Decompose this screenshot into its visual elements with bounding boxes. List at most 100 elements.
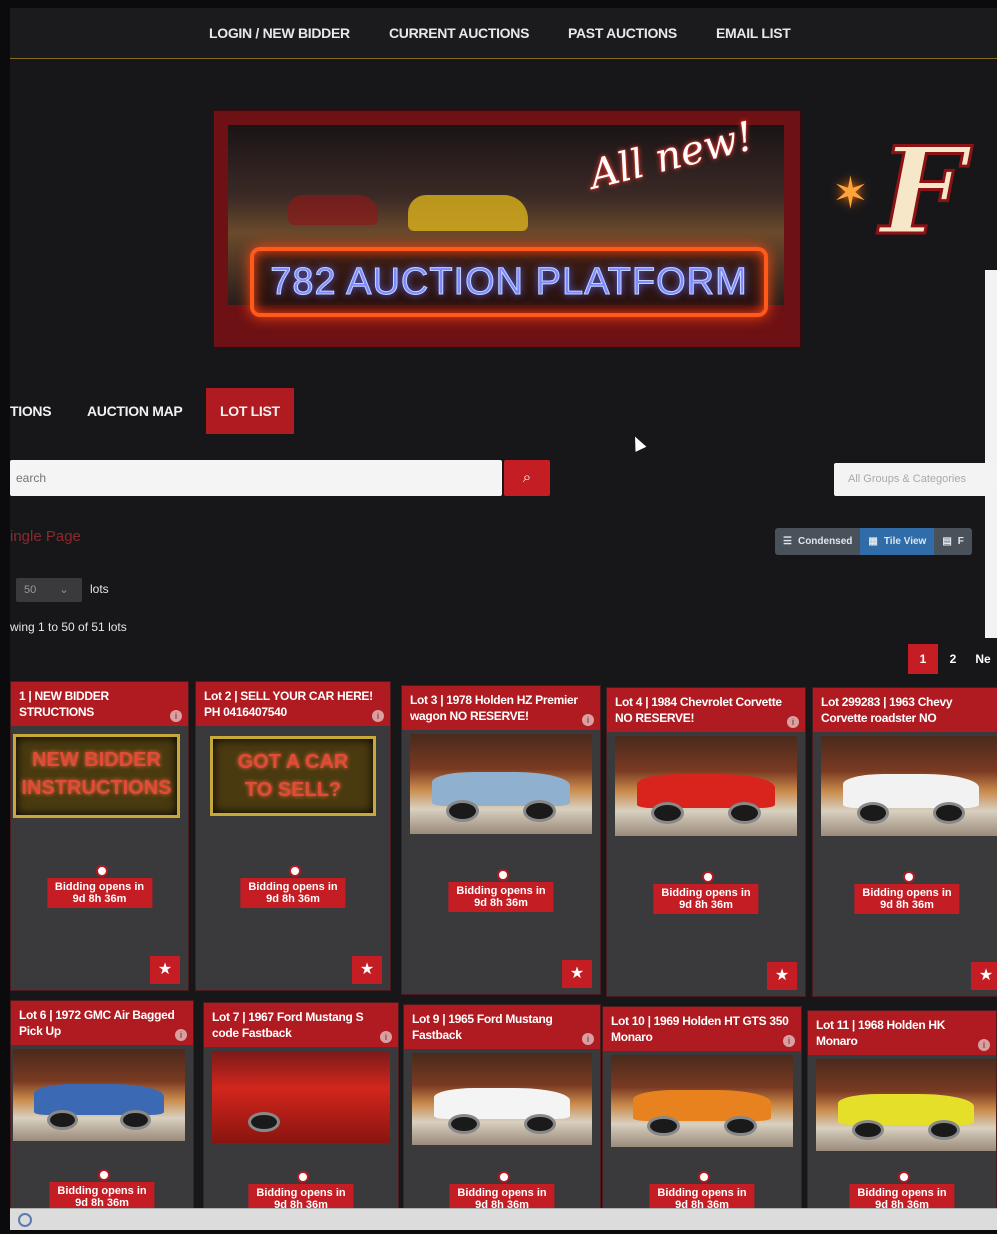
bid-status-dot <box>498 1171 510 1183</box>
watchlist-star-icon[interactable]: ★ <box>150 956 180 984</box>
bid-status-dot <box>497 869 509 881</box>
view-toggle: ☰ Condensed ▦ Tile View ▤ F <box>775 528 972 555</box>
watchlist-star-icon[interactable]: ★ <box>562 960 592 988</box>
info-icon[interactable]: i <box>175 1029 187 1041</box>
auction-platform-banner: All new! 782 AUCTION PLATFORM <box>213 110 801 348</box>
lot-card[interactable]: Lot 7 | 1967 Ford Mustang S code Fastbac… <box>203 1002 399 1210</box>
list-icon: ☰ <box>783 536 792 547</box>
nav-current-auctions[interactable]: CURRENT AUCTIONS <box>389 25 529 41</box>
watchlist-star-icon[interactable]: ★ <box>352 956 382 984</box>
lot-image: GOT A CAR TO SELL? <box>210 736 376 816</box>
lot-card[interactable]: Lot 10 | 1969 Holden HT GTS 350 Monaro i… <box>602 1006 802 1210</box>
chevron-down-icon: ⌄ <box>59 584 69 596</box>
bidding-status: Bidding opens in 9d 8h 36m <box>854 884 960 914</box>
tab-lot-list[interactable]: LOT LIST <box>206 388 294 434</box>
side-panel-edge <box>985 270 997 638</box>
lot-title: Lot 3 | 1978 Holden HZ Premier wagon NO … <box>402 686 600 730</box>
lot-image <box>611 1055 793 1147</box>
bid-status-dot <box>898 1171 910 1183</box>
sparkle-icon: ✶ <box>832 169 869 218</box>
view-tile-button[interactable]: ▦ Tile View <box>860 528 935 555</box>
lot-title: Lot 6 | 1972 GMC Air Bagged Pick Up <box>11 1001 193 1045</box>
loading-icon <box>18 1213 32 1227</box>
info-icon[interactable]: i <box>170 710 182 722</box>
grid-icon: ▤ <box>942 536 952 547</box>
lot-title: Lot 10 | 1969 Holden HT GTS 350 Monaro <box>603 1007 801 1051</box>
page-2-button[interactable]: 2 <box>938 644 968 674</box>
bid-status-dot <box>702 871 714 883</box>
lot-image <box>212 1051 390 1143</box>
bid-status-dot <box>297 1171 309 1183</box>
next-page-button[interactable]: Ne <box>968 644 997 674</box>
lot-title: Lot 299283 | 1963 Chevy Corvette roadste… <box>813 688 997 732</box>
search-icon: ⌕ <box>522 469 532 486</box>
neon-sign-image: GOT A CAR TO SELL? <box>210 736 376 816</box>
lot-card[interactable]: Lot 6 | 1972 GMC Air Bagged Pick Up i Bi… <box>10 1000 194 1210</box>
single-page-link[interactable]: ingle Page <box>10 528 81 545</box>
bid-status-dot <box>903 871 915 883</box>
tab-auction-map[interactable]: AUCTION MAP <box>87 388 183 434</box>
lot-image <box>412 1053 592 1145</box>
view-full-button[interactable]: ▤ F <box>934 528 972 555</box>
lot-card[interactable]: Lot 2 | SELL YOUR CAR HERE! PH 041640754… <box>195 681 391 991</box>
bidding-status: Bidding opens in 9d 8h 36m <box>240 878 346 908</box>
lot-image <box>410 734 592 834</box>
lot-title: 1 | NEW BIDDER STRUCTIONS <box>11 682 188 726</box>
tab-auctions[interactable]: TIONS <box>10 388 52 434</box>
grid-icon: ▦ <box>868 536 878 547</box>
bidding-status: Bidding opens in 9d 8h 36m <box>449 1184 555 1209</box>
nav-login-new-bidder[interactable]: LOGIN / NEW BIDDER <box>209 25 350 41</box>
nav-email-list[interactable]: EMAIL LIST <box>716 25 791 41</box>
info-icon[interactable]: i <box>380 1031 392 1043</box>
bidding-status: Bidding opens in 9d 8h 36m <box>649 1184 755 1209</box>
per-page-label: lots <box>90 582 109 596</box>
search-button[interactable]: ⌕ <box>504 460 550 496</box>
info-icon[interactable]: i <box>978 1039 990 1051</box>
lot-image <box>821 736 997 836</box>
browser-status-bar <box>10 1208 997 1230</box>
info-icon[interactable]: i <box>372 710 384 722</box>
lot-card[interactable]: Lot 3 | 1978 Holden HZ Premier wagon NO … <box>401 685 601 995</box>
lot-card[interactable]: Lot 11 | 1968 Holden HK Monaro i Bidding… <box>807 1010 997 1210</box>
side-logo-script: F <box>878 121 966 262</box>
bid-status-dot <box>95 865 108 877</box>
info-icon[interactable]: i <box>783 1035 795 1047</box>
page-1-button[interactable]: 1 <box>908 644 938 674</box>
lot-card[interactable]: Lot 9 | 1965 Ford Mustang Fastback i Bid… <box>403 1004 601 1210</box>
watchlist-star-icon[interactable]: ★ <box>767 962 797 990</box>
lot-card[interactable]: 1 | NEW BIDDER STRUCTIONS i NEW BIDDER I… <box>10 681 189 991</box>
lot-image: NEW BIDDER INSTRUCTIONS <box>13 734 180 818</box>
info-icon[interactable]: i <box>582 714 594 726</box>
watchlist-star-icon[interactable]: ★ <box>971 962 997 990</box>
info-icon[interactable]: i <box>787 716 799 728</box>
pagination: 1 2 Ne <box>908 644 997 674</box>
banner-neon-sign: 782 AUCTION PLATFORM <box>250 247 768 317</box>
results-count: wing 1 to 50 of 51 lots <box>10 620 127 634</box>
banner-title: 782 AUCTION PLATFORM <box>270 261 748 304</box>
banner-car-yellow <box>408 195 528 231</box>
lot-title: Lot 4 | 1984 Chevrolet Corvette NO RESER… <box>607 688 805 732</box>
bid-status-dot <box>698 1171 710 1183</box>
top-navigation: LOGIN / NEW BIDDER CURRENT AUCTIONS PAST… <box>10 8 997 59</box>
browser-screen: LOGIN / NEW BIDDER CURRENT AUCTIONS PAST… <box>10 8 997 1230</box>
lot-card[interactable]: Lot 4 | 1984 Chevrolet Corvette NO RESER… <box>606 687 806 997</box>
nav-past-auctions[interactable]: PAST AUCTIONS <box>568 25 677 41</box>
lot-title: Lot 9 | 1965 Ford Mustang Fastback <box>404 1005 600 1049</box>
lot-card[interactable]: Lot 299283 | 1963 Chevy Corvette roadste… <box>812 687 997 997</box>
bidding-status: Bidding opens in 9d 8h 36m <box>49 1182 155 1209</box>
neon-sign-image: NEW BIDDER INSTRUCTIONS <box>13 734 180 818</box>
lot-title: Lot 7 | 1967 Ford Mustang S code Fastbac… <box>204 1003 398 1047</box>
search-input[interactable] <box>10 460 502 496</box>
lot-title: Lot 2 | SELL YOUR CAR HERE! PH 041640754… <box>196 682 390 726</box>
bid-status-dot <box>98 1169 110 1181</box>
info-icon[interactable]: i <box>582 1033 594 1045</box>
groups-categories-select[interactable]: All Groups & Categories <box>834 463 997 496</box>
side-logo: ✶ F <box>800 106 997 276</box>
bidding-status: Bidding opens in 9d 8h 36m <box>653 884 759 914</box>
bidding-status: Bidding opens in 9d 8h 36m <box>46 878 153 908</box>
lot-image <box>816 1059 996 1151</box>
view-condensed-button[interactable]: ☰ Condensed <box>775 528 860 555</box>
banner-car-red <box>288 195 378 225</box>
lot-image <box>13 1049 185 1141</box>
per-page-select[interactable]: 50 ⌄ <box>16 578 82 602</box>
